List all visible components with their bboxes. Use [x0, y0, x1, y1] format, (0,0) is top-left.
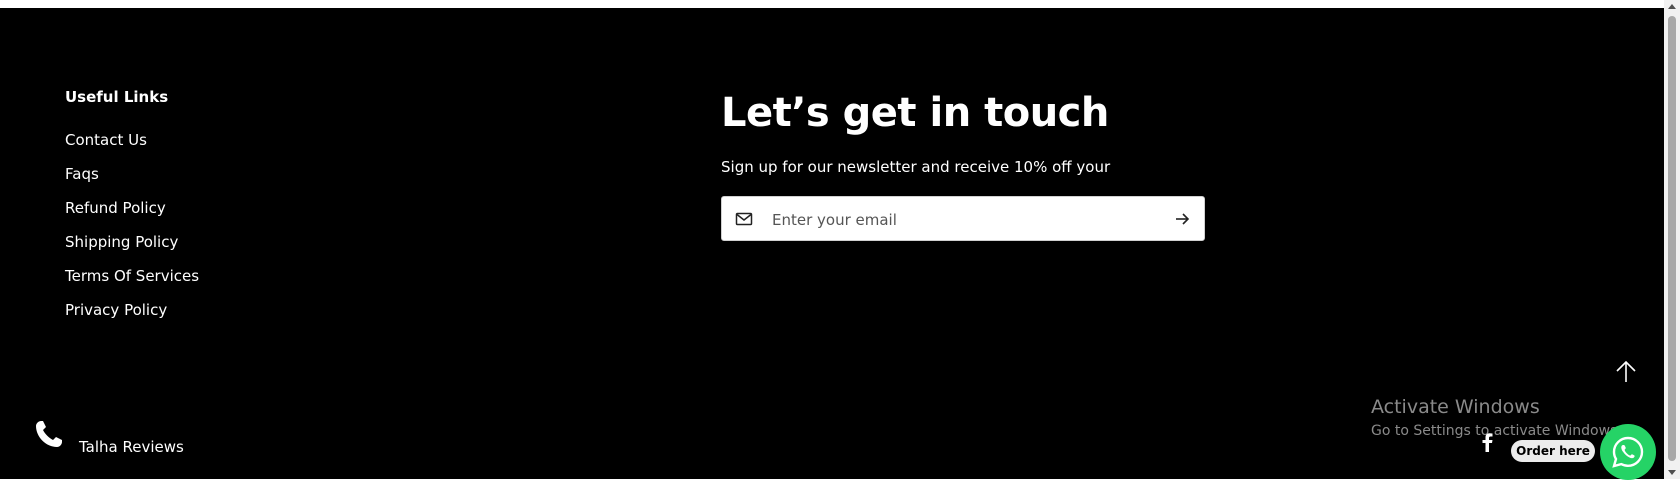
site-footer: Useful Links Contact Us Faqs Refund Poli… — [0, 8, 1664, 480]
scrollbar-thumb[interactable] — [1668, 16, 1676, 461]
newsletter-form — [721, 196, 1205, 241]
activate-windows-subtitle: Go to Settings to activate Windows. — [1371, 423, 1622, 439]
activate-windows-title: Activate Windows — [1371, 396, 1540, 418]
scrollbar-down-arrow-icon[interactable] — [1668, 470, 1676, 475]
whatsapp-icon — [1612, 436, 1644, 468]
useful-links-title: Useful Links — [65, 88, 169, 106]
newsletter-description: Sign up for our newsletter and receive 1… — [721, 158, 1111, 176]
page-top-strip — [0, 0, 1664, 8]
order-here-button[interactable]: Order here — [1511, 440, 1595, 462]
footer-link-refund-policy[interactable]: Refund Policy — [65, 199, 199, 233]
page-scrollbar[interactable] — [1664, 0, 1680, 479]
contact-label[interactable]: Talha Reviews — [79, 438, 184, 456]
scrollbar-up-arrow-icon[interactable] — [1668, 4, 1676, 9]
email-input[interactable] — [770, 205, 1154, 235]
scroll-to-top-arrow-icon[interactable] — [1613, 359, 1639, 385]
mail-icon — [735, 210, 753, 228]
footer-link-terms-of-services[interactable]: Terms Of Services — [65, 267, 199, 301]
footer-link-faqs[interactable]: Faqs — [65, 165, 199, 199]
newsletter-heading: Let’s get in touch — [721, 90, 1109, 136]
whatsapp-button[interactable] — [1600, 424, 1656, 480]
footer-link-shipping-policy[interactable]: Shipping Policy — [65, 233, 199, 267]
facebook-icon[interactable] — [1479, 432, 1495, 452]
phone-icon — [33, 418, 65, 450]
newsletter-submit-arrow-icon[interactable] — [1172, 209, 1192, 229]
useful-links-list: Contact Us Faqs Refund Policy Shipping P… — [65, 131, 199, 335]
footer-link-privacy-policy[interactable]: Privacy Policy — [65, 301, 199, 335]
footer-link-contact-us[interactable]: Contact Us — [65, 131, 199, 165]
